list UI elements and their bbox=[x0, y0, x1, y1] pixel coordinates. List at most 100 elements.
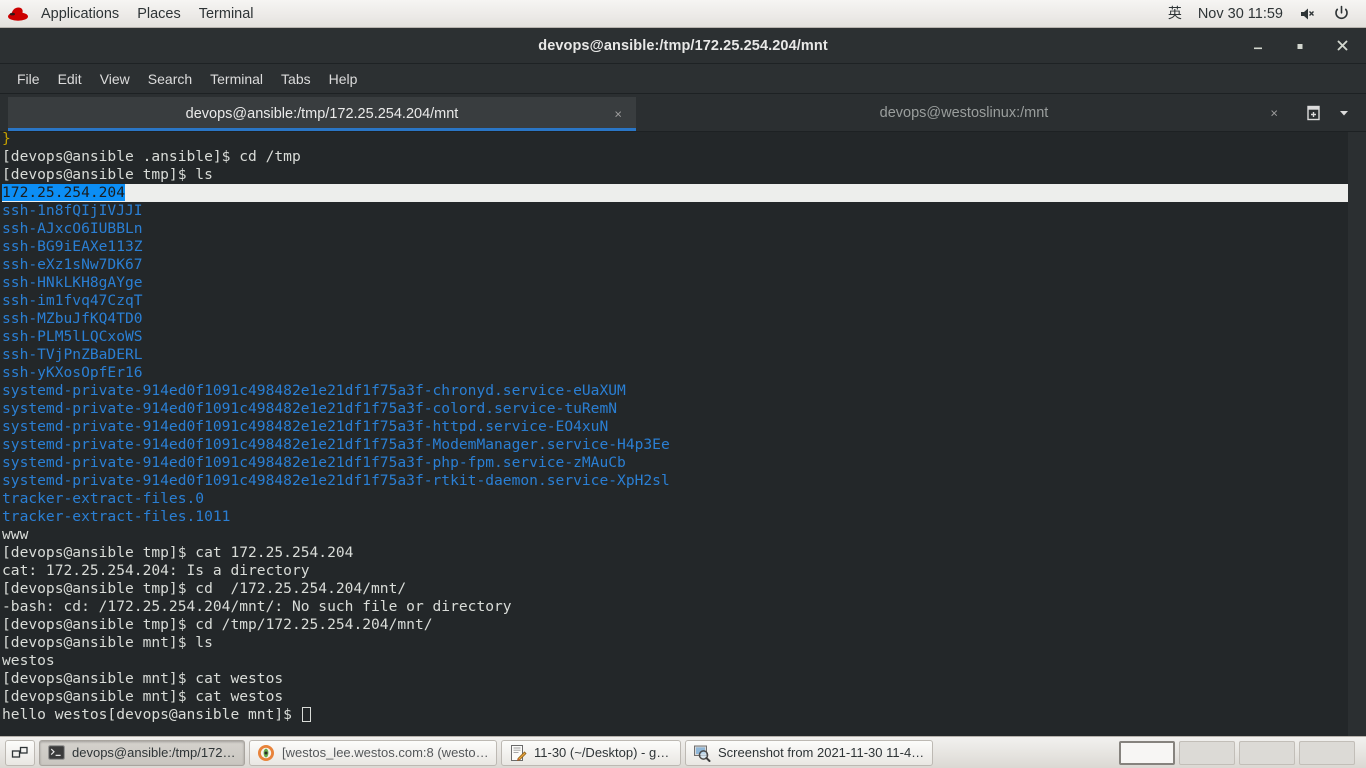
tab-bar: devops@ansible:/tmp/172.25.254.204/mnt ×… bbox=[0, 94, 1366, 132]
terminal-line-text: ssh-PLM5lLQCxoWS bbox=[2, 328, 143, 345]
menu-file[interactable]: File bbox=[8, 67, 49, 91]
taskbar-item-browser-label: [westos_lee.westos.com:8 (westos)… bbox=[282, 745, 489, 760]
terminal-text: } [devops@ansible .ansible]$ cd /tmp [devo… bbox=[0, 132, 1348, 724]
panel-menu-terminal[interactable]: Terminal bbox=[190, 1, 263, 27]
terminal-line-text: [devops@ansible .ansible]$ cd /tmp bbox=[2, 148, 301, 165]
terminal-output-area[interactable]: } [devops@ansible .ansible]$ cd /tmp [devo… bbox=[0, 132, 1366, 736]
menu-view-label: View bbox=[99, 70, 130, 87]
minimize-button[interactable] bbox=[1250, 38, 1266, 54]
terminal-line-text: ssh-eXz1sNw7DK67 bbox=[2, 256, 143, 273]
terminal-line: systemd-private-914ed0f1091c498482e1e21d… bbox=[2, 436, 1348, 454]
menu-help[interactable]: Help bbox=[320, 67, 367, 91]
tab-close-icon[interactable]: × bbox=[1270, 105, 1278, 120]
menu-edit[interactable]: Edit bbox=[49, 67, 91, 91]
taskbar-item-gedit-label: 11-30 (~/Desktop) - gedit bbox=[534, 745, 673, 760]
input-method-label: 英 bbox=[1167, 5, 1182, 22]
selected-text: 172.25.254.204 bbox=[2, 184, 126, 201]
workspace-2[interactable] bbox=[1179, 740, 1235, 765]
terminal-line: hello westos[devops@ansible mnt]$ bbox=[2, 706, 1348, 724]
terminal-line: ssh-HNkLKH8gAYge bbox=[2, 274, 1348, 292]
terminal-line: -bash: cd: /172.25.254.204/mnt/: No such… bbox=[2, 598, 1348, 616]
menu-file-label: File bbox=[17, 70, 40, 87]
taskbar-item-screenshot[interactable]: Screenshot from 2021-11-30 11-4… bbox=[685, 739, 933, 766]
terminal-line: ssh-TVjPnZBaDERL bbox=[2, 346, 1348, 364]
terminal-line: www bbox=[2, 526, 1348, 544]
taskbar-item-terminal[interactable]: devops@ansible:/tmp/172.25.254.2… bbox=[39, 739, 245, 766]
clock[interactable]: Nov 30 11:59 bbox=[1190, 1, 1291, 27]
speaker-muted-icon[interactable] bbox=[1291, 1, 1325, 27]
gedit-icon bbox=[509, 744, 527, 762]
workspace-4[interactable] bbox=[1299, 740, 1355, 765]
menu-help-label: Help bbox=[328, 70, 358, 87]
terminal-line-text: ssh-BG9iEAXe113Z bbox=[2, 238, 143, 255]
window-buttons bbox=[1250, 38, 1366, 54]
menu-bar: File Edit View Search Terminal Tabs Help bbox=[0, 64, 1366, 94]
panel-menu-places[interactable]: Places bbox=[128, 1, 190, 27]
terminal-line: ssh-BG9iEAXe113Z bbox=[2, 238, 1348, 256]
tab-westoslinux-mnt-label: devops@westoslinux:/mnt bbox=[879, 104, 1049, 121]
tab-ansible-mnt-label: devops@ansible:/tmp/172.25.254.204/mnt bbox=[185, 106, 459, 122]
terminal-line: [devops@ansible tmp]$ cd /tmp/172.25.254… bbox=[2, 616, 1348, 634]
terminal-line-text: [devops@ansible tmp]$ cd /tmp/172.25.254… bbox=[2, 616, 433, 633]
terminal-line: [devops@ansible tmp]$ cat 172.25.254.204 bbox=[2, 544, 1348, 562]
panel-menu-terminal-label: Terminal bbox=[198, 5, 254, 22]
menu-terminal-label: Terminal bbox=[210, 70, 264, 87]
terminal-line-text: ssh-HNkLKH8gAYge bbox=[2, 274, 143, 291]
workspace-1[interactable] bbox=[1119, 740, 1175, 765]
menu-search[interactable]: Search bbox=[139, 67, 201, 91]
terminal-line: systemd-private-914ed0f1091c498482e1e21d… bbox=[2, 472, 1348, 490]
terminal-scrollbar[interactable] bbox=[1348, 132, 1366, 736]
terminal-line: tracker-extract-files.0 bbox=[2, 490, 1348, 508]
terminal-line-text: tracker-extract-files.0 bbox=[2, 490, 205, 507]
menu-search-label: Search bbox=[147, 70, 193, 87]
terminal-line-text: systemd-private-914ed0f1091c498482e1e21d… bbox=[2, 382, 626, 399]
new-tab-icon[interactable] bbox=[1302, 101, 1326, 125]
tab-westoslinux-mnt[interactable]: devops@westoslinux:/mnt × bbox=[636, 94, 1292, 131]
terminal-line: [devops@ansible mnt]$ ls bbox=[2, 634, 1348, 652]
workspace-switcher bbox=[1119, 740, 1361, 765]
taskbar-item-gedit[interactable]: 11-30 (~/Desktop) - gedit bbox=[501, 739, 681, 766]
tab-ansible-mnt[interactable]: devops@ansible:/tmp/172.25.254.204/mnt × bbox=[8, 97, 636, 131]
terminal-line-selected: 172.25.254.204 bbox=[2, 184, 1348, 202]
maximize-button[interactable] bbox=[1292, 38, 1308, 54]
window-title-bar[interactable]: devops@ansible:/tmp/172.25.254.204/mnt bbox=[0, 28, 1366, 64]
close-button[interactable] bbox=[1334, 38, 1350, 54]
terminal-line-text: [devops@ansible mnt]$ cat westos bbox=[2, 688, 284, 705]
panel-menu-applications[interactable]: Applications bbox=[32, 1, 128, 27]
power-icon[interactable] bbox=[1325, 1, 1358, 27]
input-method-indicator[interactable]: 英 bbox=[1160, 1, 1190, 27]
terminal-line-text: ssh-TVjPnZBaDERL bbox=[2, 346, 143, 363]
terminal-line-text: ssh-AJxcO6IUBBLn bbox=[2, 220, 143, 237]
taskbar: devops@ansible:/tmp/172.25.254.2… [westo… bbox=[0, 736, 1366, 768]
menu-view[interactable]: View bbox=[91, 67, 139, 91]
terminal-line-text: systemd-private-914ed0f1091c498482e1e21d… bbox=[2, 418, 609, 435]
terminal-line-text: systemd-private-914ed0f1091c498482e1e21d… bbox=[2, 436, 670, 453]
terminal-line: ssh-MZbuJfKQ4TD0 bbox=[2, 310, 1348, 328]
panel-menu-applications-label: Applications bbox=[41, 5, 120, 22]
terminal-line-text: [devops@ansible tmp]$ cat 172.25.254.204 bbox=[2, 544, 354, 561]
tab-actions bbox=[1292, 94, 1366, 131]
workspace-3[interactable] bbox=[1239, 740, 1295, 765]
panel-status-area: 英 Nov 30 11:59 bbox=[1160, 1, 1366, 27]
show-desktop-icon[interactable] bbox=[5, 739, 35, 766]
terminal-line: [devops@ansible mnt]$ cat westos bbox=[2, 670, 1348, 688]
terminal-line: ssh-eXz1sNw7DK67 bbox=[2, 256, 1348, 274]
terminal-line-text: westos bbox=[2, 652, 55, 669]
chevron-down-icon[interactable] bbox=[1332, 101, 1356, 125]
panel-menu-places-label: Places bbox=[137, 5, 181, 22]
menu-terminal[interactable]: Terminal bbox=[201, 67, 272, 91]
terminal-line: ssh-yKXosOpfEr16 bbox=[2, 364, 1348, 382]
terminal-line: westos bbox=[2, 652, 1348, 670]
menu-tabs[interactable]: Tabs bbox=[272, 67, 320, 91]
tab-close-icon[interactable]: × bbox=[614, 107, 622, 122]
terminal-line: systemd-private-914ed0f1091c498482e1e21d… bbox=[2, 382, 1348, 400]
menu-edit-label: Edit bbox=[57, 70, 82, 87]
redhat-logo-icon[interactable] bbox=[6, 4, 30, 24]
taskbar-item-browser[interactable]: [westos_lee.westos.com:8 (westos)… bbox=[249, 739, 497, 766]
terminal-window: devops@ansible:/tmp/172.25.254.204/mnt F… bbox=[0, 28, 1366, 736]
terminal-line: [devops@ansible mnt]$ cat westos bbox=[2, 688, 1348, 706]
terminal-line-text: cat: 172.25.254.204: Is a directory bbox=[2, 562, 310, 579]
terminal-line: ssh-1n8fQIjIVJJI bbox=[2, 202, 1348, 220]
terminal-line: ssh-PLM5lLQCxoWS bbox=[2, 328, 1348, 346]
terminal-line: [devops@ansible tmp]$ cd /172.25.254.204… bbox=[2, 580, 1348, 598]
